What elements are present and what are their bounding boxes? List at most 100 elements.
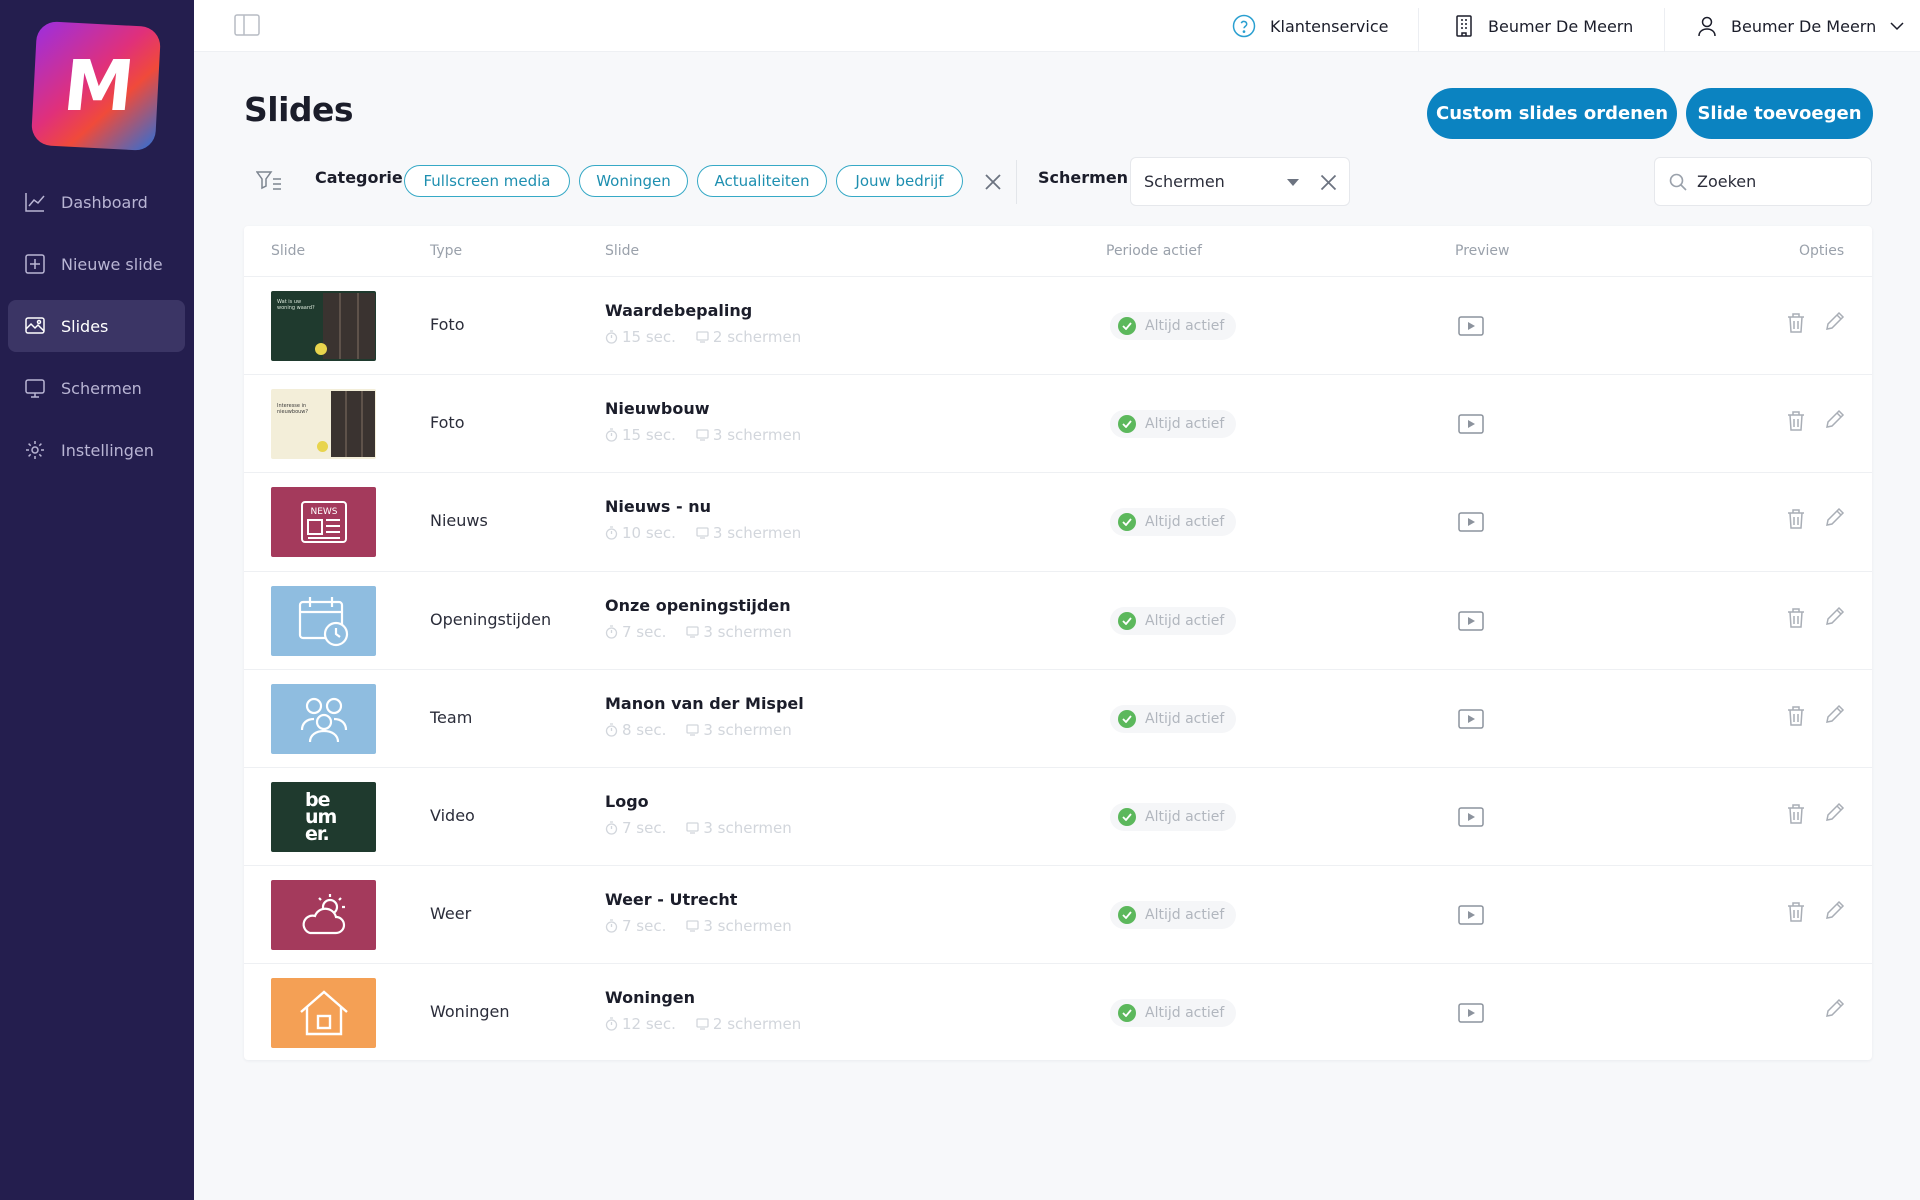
- slide-title[interactable]: Nieuws - nu: [605, 497, 711, 516]
- play-preview-icon[interactable]: [1458, 1003, 1484, 1024]
- status-label: Altijd actief: [1145, 416, 1225, 433]
- play-preview-icon[interactable]: [1458, 709, 1484, 729]
- slide-title[interactable]: Manon van der Mispel: [605, 694, 804, 713]
- column-header-slide[interactable]: Slide: [605, 243, 639, 259]
- table-row[interactable]: Team Manon van der Mispel 8 sec. 3 scher…: [244, 668, 1872, 767]
- table-row[interactable]: Wat is uw woning waard? Foto Waardebepal…: [244, 276, 1872, 374]
- table-row[interactable]: NEWS Nieuws Nieuws - nu 10 sec. 3 scherm…: [244, 472, 1872, 570]
- filter-icon[interactable]: [256, 170, 282, 192]
- trash-icon[interactable]: [1787, 312, 1805, 334]
- slide-title[interactable]: Logo: [605, 792, 649, 811]
- slide-thumbnail[interactable]: Wat is uw woning waard?: [271, 291, 376, 361]
- slide-duration: 7 sec.: [605, 917, 666, 935]
- screen-count-icon: [696, 527, 709, 540]
- slide-type: Woningen: [430, 1002, 510, 1022]
- clear-categories-icon[interactable]: [984, 173, 1002, 191]
- trash-icon[interactable]: [1787, 410, 1805, 432]
- chip-fullscreen-media[interactable]: Fullscreen media: [404, 165, 570, 197]
- app-logo[interactable]: M: [30, 20, 162, 152]
- slide-thumbnail[interactable]: Interesse in nieuwbouw?: [271, 389, 376, 460]
- play-preview-icon[interactable]: [1458, 905, 1484, 925]
- slide-thumbnail[interactable]: be um er.: [271, 782, 376, 852]
- play-preview-icon[interactable]: [1458, 807, 1484, 827]
- search-input[interactable]: [1697, 172, 1857, 191]
- slide-title[interactable]: Onze openingstijden: [605, 596, 791, 615]
- user-menu[interactable]: Beumer De Meern: [1697, 0, 1904, 52]
- table-row[interactable]: be um er. Video Logo 7 sec. 3 schermen Alt…: [244, 767, 1872, 865]
- status-badge: Altijd actief: [1110, 901, 1237, 930]
- table-row[interactable]: Interesse in nieuwbouw? Foto Nieuwbouw 1…: [244, 374, 1872, 472]
- table-header: Slide Type Slide Periode actief Preview …: [244, 226, 1872, 276]
- status-badge: Altijd actief: [1110, 606, 1237, 635]
- table-row[interactable]: Weer Weer - Utrecht 7 sec. 3 schermen Al…: [244, 865, 1872, 963]
- divider: [1664, 8, 1665, 52]
- brand-logo-text: be um er.: [305, 788, 337, 845]
- sidebar-item-dashboard[interactable]: Dashboard: [8, 176, 185, 228]
- category-label: Categorie: [315, 168, 403, 187]
- clear-screens-icon[interactable]: [1320, 174, 1337, 191]
- status-label: Altijd actief: [1145, 710, 1225, 727]
- slide-duration: 15 sec.: [605, 328, 676, 346]
- trash-icon[interactable]: [1787, 803, 1805, 825]
- timer-icon: [605, 428, 618, 442]
- edit-pencil-icon[interactable]: [1825, 998, 1845, 1018]
- slide-thumbnail[interactable]: [271, 880, 376, 951]
- edit-pencil-icon[interactable]: [1825, 507, 1845, 527]
- thumbnail-news: NEWS: [271, 487, 376, 558]
- sidebar-item-slides[interactable]: Slides: [8, 300, 185, 352]
- sidebar-item-nieuwe-slide[interactable]: Nieuwe slide: [8, 238, 185, 290]
- trash-icon[interactable]: [1787, 901, 1805, 923]
- image-gallery-icon: [25, 317, 45, 334]
- screen-count-icon: [696, 429, 709, 441]
- column-header-period[interactable]: Periode actief: [1106, 243, 1202, 259]
- slide-screen-count: 2 schermen: [696, 1015, 801, 1033]
- trash-icon[interactable]: [1787, 508, 1805, 530]
- add-slide-button[interactable]: Slide toevoegen: [1686, 88, 1873, 139]
- chip-jouw-bedrijf[interactable]: Jouw bedrijf: [836, 165, 963, 197]
- edit-pencil-icon[interactable]: [1825, 704, 1845, 724]
- help-circle-icon: [1232, 14, 1256, 38]
- edit-pencil-icon[interactable]: [1825, 900, 1845, 920]
- table-row[interactable]: Openingstijden Onze openingstijden 7 sec…: [244, 570, 1872, 669]
- slide-screen-count: 3 schermen: [686, 917, 792, 935]
- check-circle-icon: [1118, 415, 1136, 434]
- table-row[interactable]: Woningen Woningen 12 sec. 2 schermen Alt…: [244, 963, 1872, 1061]
- edit-pencil-icon[interactable]: [1825, 606, 1845, 626]
- slide-thumbnail[interactable]: [271, 585, 376, 656]
- trash-icon[interactable]: [1787, 607, 1805, 629]
- sidebar-nav: Dashboard Nieuwe slide Slides Schermen I…: [8, 176, 185, 486]
- slide-thumbnail[interactable]: [271, 683, 376, 754]
- order-slides-button[interactable]: Custom slides ordenen: [1427, 88, 1677, 139]
- sidebar-item-instellingen[interactable]: Instellingen: [8, 424, 185, 476]
- sidebar-toggle-icon[interactable]: [234, 14, 260, 36]
- status-badge: Altijd actief: [1110, 803, 1237, 831]
- play-preview-icon[interactable]: [1458, 414, 1484, 434]
- slide-thumbnail[interactable]: NEWS: [271, 487, 376, 558]
- chip-woningen[interactable]: Woningen: [579, 165, 688, 197]
- play-preview-icon[interactable]: [1458, 316, 1484, 336]
- location-selector[interactable]: Beumer De Meern: [1454, 0, 1633, 52]
- edit-pencil-icon[interactable]: [1825, 409, 1845, 429]
- search-box[interactable]: [1654, 157, 1872, 206]
- slide-title[interactable]: Weer - Utrecht: [605, 890, 737, 909]
- logo-letter: M: [59, 44, 133, 127]
- sidebar-item-schermen[interactable]: Schermen: [8, 362, 185, 414]
- support-link[interactable]: Klantenservice: [1232, 0, 1388, 52]
- chip-actualiteiten[interactable]: Actualiteiten: [697, 165, 827, 197]
- timer-icon: [605, 330, 618, 344]
- column-header-type[interactable]: Type: [430, 243, 462, 259]
- trash-icon[interactable]: [1787, 705, 1805, 727]
- slide-title[interactable]: Woningen: [605, 988, 695, 1007]
- logo-dot: [315, 343, 327, 355]
- slide-title[interactable]: Waardebepaling: [605, 301, 752, 320]
- slide-thumbnail[interactable]: [271, 978, 376, 1049]
- edit-pencil-icon[interactable]: [1825, 802, 1845, 822]
- screens-select[interactable]: Schermen: [1130, 157, 1350, 206]
- play-preview-icon[interactable]: [1458, 610, 1484, 631]
- check-circle-icon: [1118, 1004, 1136, 1023]
- column-header-thumb[interactable]: Slide: [271, 243, 305, 259]
- play-preview-icon[interactable]: [1458, 512, 1484, 533]
- slide-title[interactable]: Nieuwbouw: [605, 399, 710, 418]
- edit-pencil-icon[interactable]: [1825, 311, 1845, 331]
- chevron-down-icon: [1890, 22, 1904, 31]
